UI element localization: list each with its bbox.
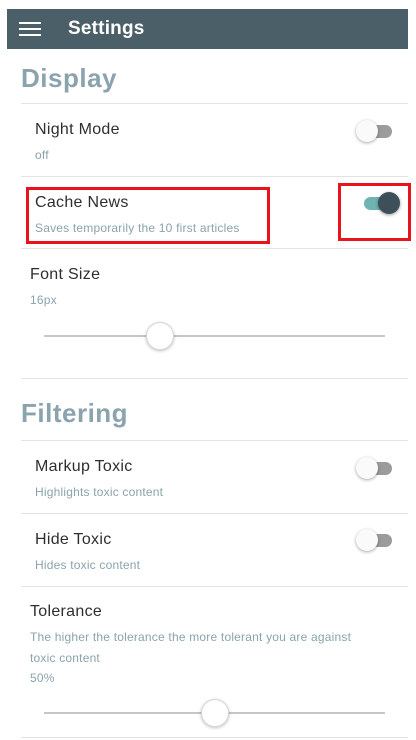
app-header: Settings (7, 9, 408, 49)
hide-toxic-toggle[interactable] (356, 529, 396, 551)
night-mode-label: Night Mode (35, 121, 120, 138)
highlight-box-cache-news-text (26, 187, 270, 244)
tolerance-slider-thumb[interactable] (200, 699, 229, 727)
section-title-display: Display (21, 63, 117, 93)
divider (21, 586, 408, 587)
tolerance-description-line2: toxic content (30, 651, 100, 665)
divider (21, 737, 408, 738)
divider (21, 378, 408, 379)
markup-toxic-description: Highlights toxic content (35, 485, 164, 499)
tolerance-slider[interactable] (44, 698, 385, 728)
tolerance-label: Tolerance (30, 603, 103, 620)
divider (21, 513, 408, 514)
divider (21, 176, 408, 177)
divider (21, 103, 408, 104)
markup-toxic-toggle[interactable] (356, 457, 396, 479)
font-size-slider-thumb[interactable] (145, 322, 174, 350)
night-mode-value: off (35, 148, 49, 162)
hide-toxic-label: Hide Toxic (35, 531, 112, 548)
markup-toxic-label: Markup Toxic (35, 458, 133, 475)
font-size-slider[interactable] (44, 321, 385, 351)
hide-toxic-description: Hides toxic content (35, 558, 141, 572)
font-size-label: Font Size (30, 266, 101, 283)
divider (21, 248, 408, 249)
section-title-filtering: Filtering (21, 398, 129, 428)
highlight-box-cache-news-toggle (338, 183, 411, 241)
page-title: Settings (68, 18, 145, 39)
slider-rail (44, 335, 385, 337)
menu-icon[interactable] (19, 22, 41, 37)
divider (21, 440, 408, 441)
font-size-value: 16px (30, 293, 57, 307)
tolerance-value: 50% (30, 671, 55, 685)
tolerance-description-line1: The higher the tolerance the more tolera… (30, 630, 352, 644)
night-mode-toggle[interactable] (356, 120, 396, 142)
